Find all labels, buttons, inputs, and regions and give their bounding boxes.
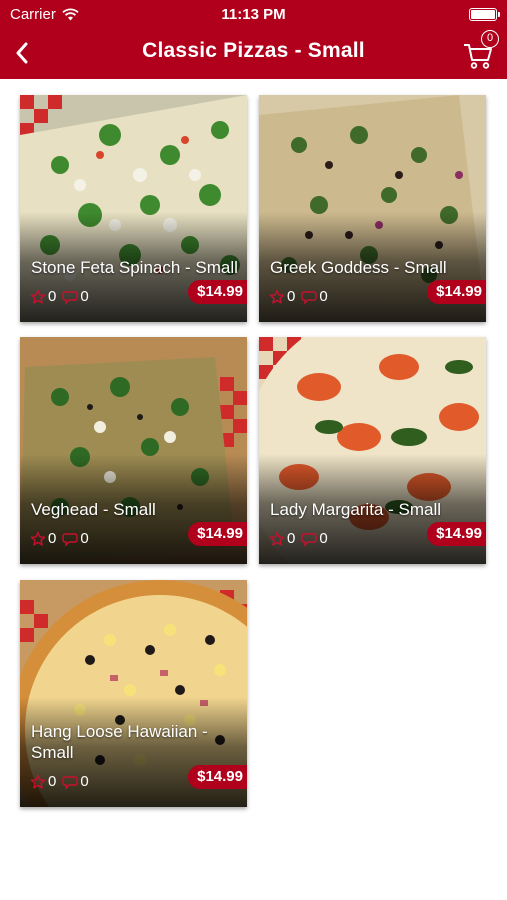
product-name: Lady Margarita - Small — [270, 500, 442, 519]
product-card[interactable]: Stone Feta Spinach - Small 0 0 $14.99 — [20, 95, 247, 322]
product-name: Veghead - Small — [31, 500, 156, 519]
product-card[interactable]: Lady Margarita - Small 0 0 $14.99 — [259, 337, 486, 564]
product-card[interactable]: Veghead - Small 0 0 $14.99 — [20, 337, 247, 564]
comment-count: 0 — [319, 288, 328, 305]
cart-button[interactable]: 0 — [463, 30, 499, 72]
star-outline-icon — [30, 289, 46, 304]
star-outline-icon — [269, 531, 285, 546]
comment-count: 0 — [80, 773, 89, 790]
rating-count: 0 — [287, 530, 296, 547]
product-card[interactable]: Greek Goddess - Small 0 0 $14.99 — [259, 95, 486, 322]
rating-count: 0 — [287, 288, 296, 305]
navigation-bar: Classic Pizzas - Small 0 — [0, 28, 507, 79]
comment-bubble-icon — [62, 775, 79, 790]
star-outline-icon — [30, 774, 46, 789]
page-title: Classic Pizzas - Small — [142, 39, 365, 62]
rating-count: 0 — [48, 773, 57, 790]
chevron-left-icon — [16, 42, 28, 64]
product-name: Hang Loose Hawaiian - Small — [31, 722, 208, 762]
cart-count-badge: 0 — [481, 30, 499, 48]
product-stats: 0 0 — [30, 530, 95, 547]
product-stats: 0 0 — [30, 773, 95, 790]
comment-count: 0 — [80, 288, 89, 305]
product-card[interactable]: Hang Loose Hawaiian - Small 0 0 $14.99 — [20, 580, 247, 807]
battery-icon — [469, 8, 500, 21]
product-name: Stone Feta Spinach - Small — [31, 258, 238, 277]
star-outline-icon — [269, 289, 285, 304]
comment-bubble-icon — [301, 532, 318, 547]
price-badge: $14.99 — [188, 765, 247, 789]
top-bar: Carrier 11:13 PM Classic Pizzas - Small — [0, 0, 507, 79]
comment-bubble-icon — [62, 532, 79, 547]
comment-bubble-icon — [62, 290, 79, 305]
status-time: 11:13 PM — [221, 6, 286, 23]
status-bar: Carrier 11:13 PM — [0, 0, 507, 28]
rating-count: 0 — [48, 530, 57, 547]
comment-count: 0 — [80, 530, 89, 547]
price-badge: $14.99 — [188, 280, 247, 304]
star-outline-icon — [30, 531, 46, 546]
product-stats: 0 0 — [269, 288, 334, 305]
product-stats: 0 0 — [269, 530, 334, 547]
rating-count: 0 — [48, 288, 57, 305]
product-stats: 0 0 — [30, 288, 95, 305]
price-badge: $14.99 — [427, 280, 486, 304]
comment-count: 0 — [319, 530, 328, 547]
price-badge: $14.99 — [427, 522, 486, 546]
back-button[interactable] — [6, 36, 38, 70]
price-badge: $14.99 — [188, 522, 247, 546]
product-name: Greek Goddess - Small — [270, 258, 447, 277]
comment-bubble-icon — [301, 290, 318, 305]
